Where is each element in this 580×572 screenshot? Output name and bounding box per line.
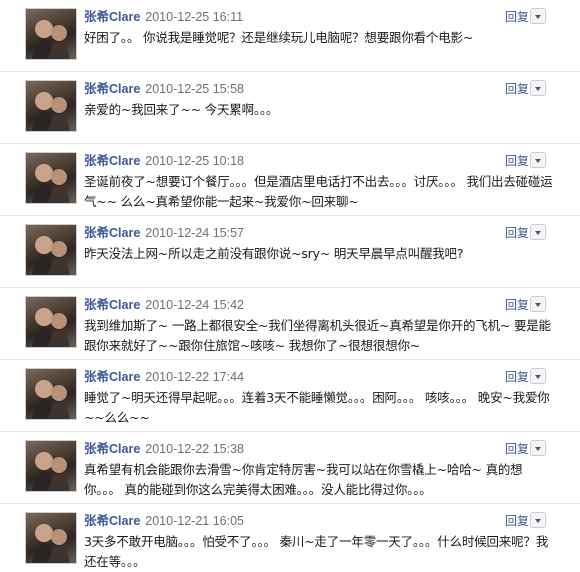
reply-link[interactable]: 回复 — [505, 81, 529, 97]
post-timestamp: 2010-12-24 15:42 — [145, 298, 244, 312]
author-link[interactable]: 张希Clare — [84, 442, 140, 456]
avatar[interactable] — [25, 224, 77, 276]
wall-post: 张希Clare 2010-12-21 16:05 回复 3天多不敢开电脑。。。怕受… — [0, 504, 580, 571]
author-link[interactable]: 张希Clare — [84, 10, 140, 24]
reply-link[interactable]: 回复 — [505, 9, 529, 25]
post-header: 张希Clare 2010-12-24 15:57 — [84, 224, 244, 240]
avatar[interactable] — [25, 296, 77, 348]
chevron-down-icon[interactable] — [530, 8, 546, 24]
chevron-down-icon[interactable] — [530, 368, 546, 384]
reply-link[interactable]: 回复 — [505, 441, 529, 457]
reply-link[interactable]: 回复 — [505, 297, 529, 313]
chevron-down-icon[interactable] — [530, 440, 546, 456]
post-timestamp: 2010-12-22 17:44 — [145, 370, 244, 384]
post-header: 张希Clare 2010-12-25 15:58 — [84, 80, 244, 96]
post-timestamp: 2010-12-25 10:18 — [145, 154, 244, 168]
wall-post: 张希Clare 2010-12-25 16:11 回复 好困了。。 你说我是睡觉呢… — [0, 0, 580, 72]
avatar[interactable] — [25, 440, 77, 492]
wall-feed: 张希Clare 2010-12-25 16:11 回复 好困了。。 你说我是睡觉呢… — [0, 0, 580, 571]
author-link[interactable]: 张希Clare — [84, 370, 140, 384]
post-header: 张希Clare 2010-12-25 16:11 — [84, 8, 243, 24]
author-link[interactable]: 张希Clare — [84, 154, 140, 168]
avatar[interactable] — [25, 512, 77, 564]
wall-post: 张希Clare 2010-12-24 15:42 回复 我到维加斯了~ 一路上都很… — [0, 288, 580, 360]
avatar[interactable] — [25, 368, 77, 420]
post-message: 我到维加斯了~ 一路上都很安全~我们坐得离机头很近~真希望是你开的飞机~ 要是能… — [84, 318, 551, 353]
author-link[interactable]: 张希Clare — [84, 298, 140, 312]
chevron-down-icon[interactable] — [530, 80, 546, 96]
post-timestamp: 2010-12-25 15:58 — [145, 82, 244, 96]
reply-link[interactable]: 回复 — [505, 369, 529, 385]
wall-post: 张希Clare 2010-12-25 10:18 回复 圣诞前夜了~想要订个餐厅。… — [0, 144, 580, 216]
wall-post: 张希Clare 2010-12-22 15:38 回复 真希望有机会能跟你去滑雪~… — [0, 432, 580, 504]
chevron-down-icon[interactable] — [530, 296, 546, 312]
reply-link[interactable]: 回复 — [505, 225, 529, 241]
post-message: 睡觉了~明天还得早起呢。。。连着3天不能睡懒觉。。。困阿。。。 咳咳。。。 晚安… — [84, 390, 550, 425]
chevron-down-icon[interactable] — [530, 512, 546, 528]
author-link[interactable]: 张希Clare — [84, 226, 140, 240]
chevron-down-icon[interactable] — [530, 152, 546, 168]
reply-link[interactable]: 回复 — [505, 153, 529, 169]
post-timestamp: 2010-12-25 16:11 — [145, 10, 244, 24]
wall-post: 张希Clare 2010-12-25 15:58 回复 亲爱的~我回来了~~ 今天… — [0, 72, 580, 144]
post-message: 亲爱的~我回来了~~ 今天累啊。。。 — [84, 102, 279, 117]
post-header: 张希Clare 2010-12-24 15:42 — [84, 296, 244, 312]
post-message: 好困了。。 你说我是睡觉呢？还是继续玩儿电脑呢？想要跟你看个电影~ — [84, 30, 474, 45]
avatar[interactable] — [25, 152, 77, 204]
post-message: 昨天没法上网~所以走之前没有跟你说~sry~ 明天早晨早点叫醒我吧? — [84, 246, 464, 261]
author-link[interactable]: 张希Clare — [84, 82, 140, 96]
avatar[interactable] — [25, 80, 77, 132]
post-timestamp: 2010-12-21 16:05 — [145, 514, 244, 528]
post-message: 3天多不敢开电脑。。。怕受不了。。。 秦川~走了一年零一天了。。。什么时候回来呢… — [84, 534, 549, 569]
wall-post: 张希Clare 2010-12-24 15:57 回复 昨天没法上网~所以走之前没… — [0, 216, 580, 288]
post-message: 真希望有机会能跟你去滑雪~你肯定特厉害~我可以站在你雪橇上~哈哈~ 真的想你。。… — [84, 462, 523, 497]
post-header: 张希Clare 2010-12-25 10:18 — [84, 152, 244, 168]
post-timestamp: 2010-12-24 15:57 — [145, 226, 244, 240]
chevron-down-icon[interactable] — [530, 224, 546, 240]
author-link[interactable]: 张希Clare — [84, 514, 140, 528]
post-message: 圣诞前夜了~想要订个餐厅。。。但是酒店里电话打不出去。。。讨厌。。。 我们出去碰… — [84, 174, 553, 209]
post-header: 张希Clare 2010-12-22 15:38 — [84, 440, 244, 456]
wall-post: 张希Clare 2010-12-22 17:44 回复 睡觉了~明天还得早起呢。。… — [0, 360, 580, 432]
avatar[interactable] — [25, 8, 77, 60]
post-header: 张希Clare 2010-12-21 16:05 — [84, 512, 244, 528]
reply-link[interactable]: 回复 — [505, 513, 529, 529]
post-timestamp: 2010-12-22 15:38 — [145, 442, 244, 456]
post-header: 张希Clare 2010-12-22 17:44 — [84, 368, 244, 384]
